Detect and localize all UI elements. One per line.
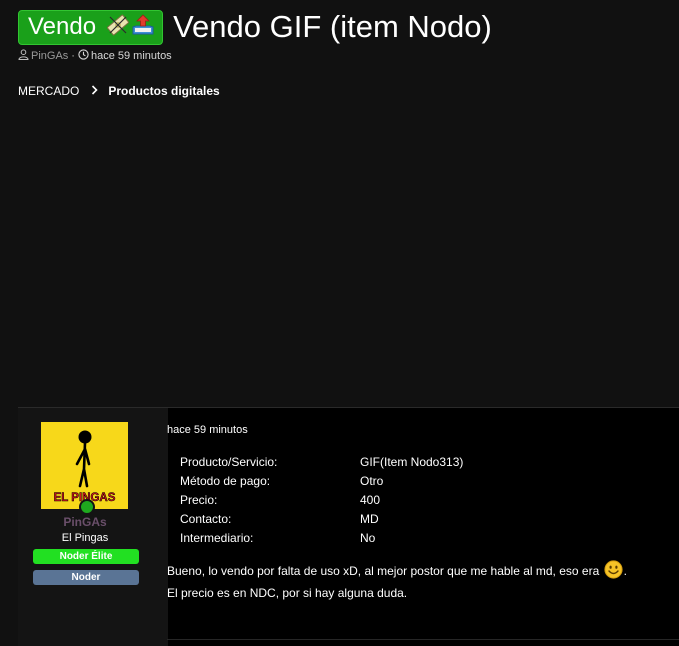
field-label: Precio: bbox=[180, 492, 218, 507]
body-line-1-text: Bueno, lo vendo por falta de uso xD, al … bbox=[167, 564, 603, 579]
field-row: Producto/Servicio: GIF(Item Nodo313) bbox=[180, 452, 463, 471]
body-line-1: Bueno, lo vendo por falta de uso xD, al … bbox=[167, 560, 627, 584]
product-fields: Producto/Servicio: GIF(Item Nodo313) Mét… bbox=[180, 452, 463, 547]
field-row: Contacto: MD bbox=[180, 509, 463, 528]
field-value: 400 bbox=[360, 492, 381, 507]
field-value: GIF(Item Nodo313) bbox=[360, 454, 464, 469]
field-label: Producto/Servicio: bbox=[180, 454, 278, 469]
field-value: Otro bbox=[360, 473, 384, 488]
field-value: MD bbox=[360, 511, 379, 526]
field-label: Intermediario: bbox=[180, 530, 254, 545]
post-container: EL PINGAS PinGAs El Pingas Noder Élite N… bbox=[18, 407, 679, 646]
post-body: Bueno, lo vendo por falta de uso xD, al … bbox=[167, 560, 627, 602]
money-icon bbox=[107, 14, 130, 41]
prefix-badge-vendo[interactable]: Vendo bbox=[18, 9, 164, 45]
banner-noder: Noder bbox=[33, 570, 139, 585]
thread-meta: PinGAs · hace 59 minutos bbox=[18, 49, 679, 63]
chevron-right-icon bbox=[91, 84, 98, 98]
avatar[interactable]: EL PINGAS bbox=[41, 422, 128, 509]
upload-box-icon bbox=[131, 13, 155, 41]
thread-author-link[interactable]: PinGAs bbox=[31, 50, 68, 62]
user-title: El Pingas bbox=[61, 532, 109, 544]
breadcrumb-mercado[interactable]: MERCADO bbox=[18, 84, 79, 98]
clock-icon bbox=[78, 49, 91, 63]
post-time-link[interactable]: hace 59 minutos bbox=[167, 424, 248, 436]
breadcrumb: MERCADO Productos digitales bbox=[18, 84, 220, 98]
breadcrumb-productos-digitales[interactable]: Productos digitales bbox=[108, 84, 219, 98]
meta-separator: · bbox=[71, 50, 75, 62]
post-username[interactable]: PinGAs bbox=[18, 515, 152, 529]
prefix-label: Vendo bbox=[28, 13, 97, 40]
body-line-2: El precio es en NDC, por si hay alguna d… bbox=[167, 586, 408, 600]
post-message: hace 59 minutos Producto/Servicio: GIF(I… bbox=[167, 408, 679, 646]
banner-noder-elite: Noder Élite bbox=[33, 549, 139, 564]
field-label: Método de pago: bbox=[180, 473, 271, 488]
title-row: Vendo Vendo GIF (item Nodo) bbox=[18, 9, 679, 45]
field-row: Intermediario: No bbox=[180, 528, 463, 547]
body-line-1-end: . bbox=[623, 564, 627, 579]
thread-title: Vendo GIF (item Nodo) bbox=[173, 9, 492, 44]
post-divider bbox=[167, 639, 679, 640]
field-value: No bbox=[360, 530, 376, 545]
field-row: Método de pago: Otro bbox=[180, 471, 463, 490]
field-label: Contacto: bbox=[180, 511, 232, 526]
avatar-image: EL PINGAS bbox=[41, 422, 128, 509]
thread-time-link[interactable]: hace 59 minutos bbox=[91, 50, 172, 62]
online-status-icon bbox=[79, 499, 95, 515]
post-user-cell: EL PINGAS PinGAs El Pingas Noder Élite N… bbox=[18, 408, 168, 646]
thread-header: Vendo Vendo GIF (item Nodo) PinGAs · hac… bbox=[18, 9, 679, 63]
field-row: Precio: 400 bbox=[180, 490, 463, 509]
user-icon bbox=[18, 49, 31, 63]
smiley-icon bbox=[603, 560, 623, 584]
